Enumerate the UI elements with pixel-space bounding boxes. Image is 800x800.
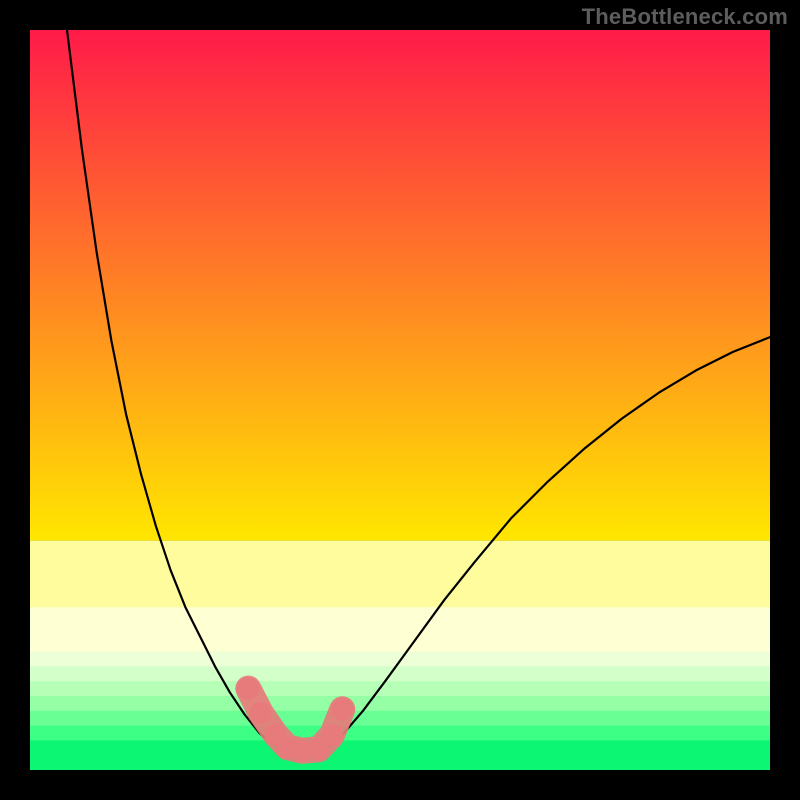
highlight-dots-point [237,677,259,700]
highlight-dots-point [321,724,344,747]
chart-svg [30,30,770,770]
watermark-text: TheBottleneck.com [582,4,788,30]
chart-frame: TheBottleneck.com [0,0,800,800]
highlight-dots-point [331,698,354,721]
highlight-dots-point [250,702,273,725]
plot-area [30,30,770,770]
